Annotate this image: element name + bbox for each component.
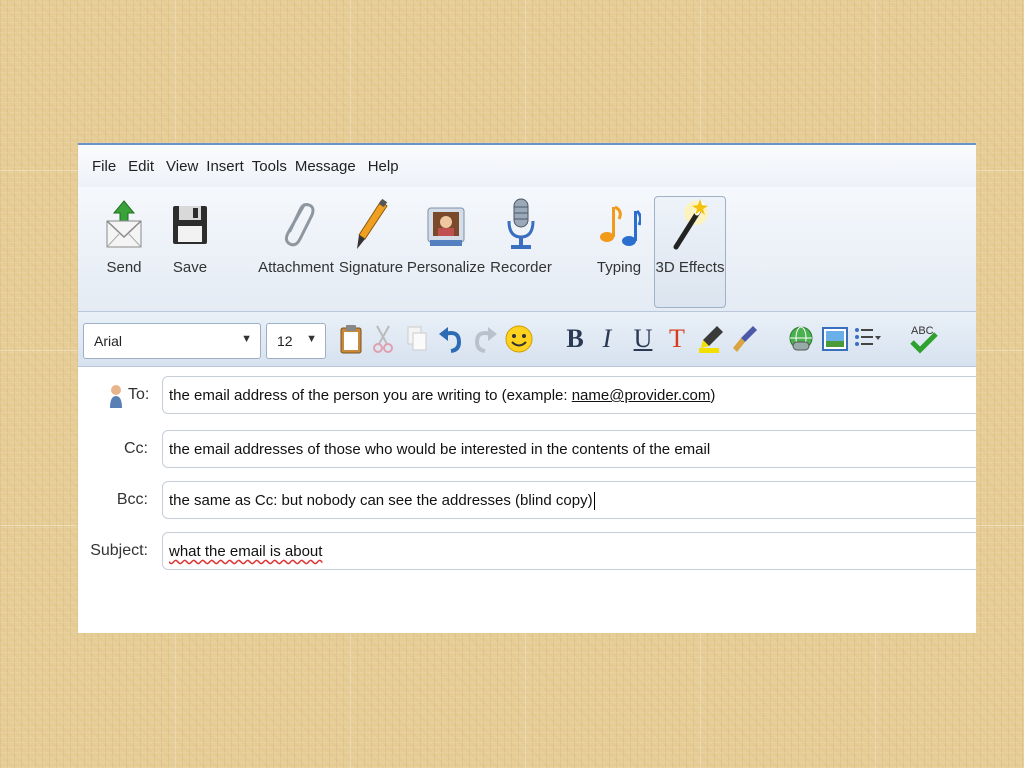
main-toolbar: Send Save Attachment Signature Personali… [78, 187, 976, 312]
menu-help[interactable]: Help [368, 158, 399, 175]
signature-button[interactable]: Signature [338, 197, 404, 297]
bcc-label: Bcc: [116, 491, 148, 508]
emoticon-button[interactable] [502, 322, 536, 356]
save-label: Save [172, 259, 208, 276]
photo-portrait-icon [423, 197, 469, 253]
recorder-button[interactable]: Recorder [490, 197, 552, 297]
italic-button[interactable]: I [590, 322, 624, 356]
chevron-down-icon: ▼ [306, 333, 317, 345]
cc-row: Cc: the email addresses of those who wou… [78, 430, 976, 470]
3d-effects-label: 3D Effects [655, 259, 725, 276]
bold-button[interactable]: B [558, 322, 592, 356]
bcc-field[interactable]: the same as Cc: but nobody can see the a… [162, 481, 976, 519]
text-cursor [593, 492, 595, 511]
redo-button[interactable] [468, 322, 502, 356]
microphone-icon [498, 197, 544, 253]
typing-label: Typing [596, 259, 642, 276]
chevron-down-icon: ▼ [241, 333, 252, 345]
personalize-label: Personalize [406, 259, 486, 276]
insert-image-button[interactable] [818, 322, 852, 356]
paste-button[interactable] [334, 322, 368, 356]
spellcheck-button[interactable]: ABC [904, 322, 944, 356]
menu-bar: File Edit View Insert Tools Message Help [78, 145, 976, 187]
smiley-icon [505, 325, 533, 353]
to-value-end: ) [710, 387, 716, 404]
clipboard-icon [340, 325, 362, 354]
paintbrush-icon [733, 326, 757, 352]
menu-message[interactable]: Message [295, 158, 356, 175]
send-button[interactable]: Send [98, 197, 150, 297]
subject-label: Subject: [90, 542, 148, 559]
to-row: To: the email address of the person you … [78, 376, 976, 416]
font-family-value: Arial [94, 333, 123, 349]
font-size-select[interactable]: 12 ▼ [266, 323, 326, 359]
highlighter-icon [699, 326, 723, 353]
redo-icon [474, 327, 497, 353]
bcc-value: the same as Cc: but nobody can see the a… [169, 492, 593, 509]
music-notes-icon [596, 197, 642, 253]
attachment-label: Attachment [258, 259, 334, 276]
typing-button[interactable]: Typing [592, 197, 646, 297]
svg-text:ABC: ABC [911, 325, 934, 337]
bcc-row: Bcc: the same as Cc: but nobody can see … [78, 481, 976, 521]
image-icon [822, 327, 848, 351]
paperclip-icon [273, 197, 319, 253]
font-size-value: 12 [277, 333, 293, 349]
bullet-list-button[interactable] [850, 322, 884, 356]
undo-button[interactable] [434, 322, 468, 356]
text-color-button[interactable]: T [660, 322, 694, 356]
pen-icon [348, 197, 394, 253]
send-label: Send [106, 259, 142, 276]
cut-button[interactable] [366, 322, 400, 356]
signature-label: Signature [338, 259, 404, 276]
to-label: To: [128, 386, 150, 403]
copy-icon [407, 326, 427, 351]
menu-view[interactable]: View [166, 158, 198, 175]
save-button[interactable]: Save [166, 197, 214, 297]
menu-tools[interactable]: Tools [252, 158, 287, 175]
personalize-button[interactable]: Personalize [406, 197, 486, 297]
globe-link-icon [789, 326, 813, 351]
menu-edit[interactable]: Edit [128, 158, 154, 175]
underline-button[interactable]: U [626, 322, 660, 356]
subject-row: Subject: what the email is about [78, 532, 976, 572]
copy-button[interactable] [400, 322, 434, 356]
send-icon [101, 197, 147, 253]
format-brush-button[interactable] [728, 322, 762, 356]
cc-value: the email addresses of those who would b… [169, 441, 711, 458]
contact-person-icon[interactable] [108, 384, 124, 415]
cc-label: Cc: [124, 440, 148, 457]
subject-value: what the email is about [169, 543, 323, 560]
undo-icon [439, 327, 462, 353]
example-email-link: name@provider.com [571, 387, 711, 404]
to-field[interactable]: the email address of the person you are … [162, 376, 976, 414]
attachment-button[interactable]: Attachment [258, 197, 334, 297]
floppy-disk-icon [167, 197, 213, 253]
font-family-select[interactable]: Arial ▼ [83, 323, 261, 359]
bullet-list-icon [855, 328, 881, 346]
magic-wand-icon [667, 197, 713, 253]
recorder-label: Recorder [490, 259, 552, 276]
subject-field[interactable]: what the email is about [162, 532, 976, 570]
scissors-icon [373, 325, 393, 353]
menu-file[interactable]: File [92, 158, 116, 175]
insert-link-button[interactable] [784, 322, 818, 356]
menu-insert[interactable]: Insert [206, 158, 244, 175]
spellcheck-icon: ABC [910, 325, 938, 354]
email-compose-window: File Edit View Insert Tools Message Help… [78, 143, 976, 633]
highlight-button[interactable] [694, 322, 728, 356]
cc-field[interactable]: the email addresses of those who would b… [162, 430, 976, 468]
to-value: the email address of the person you are … [169, 387, 572, 404]
formatting-toolbar: Arial ▼ 12 ▼ B I U T ABC [78, 312, 976, 367]
3d-effects-button[interactable]: 3D Effects [654, 196, 726, 308]
